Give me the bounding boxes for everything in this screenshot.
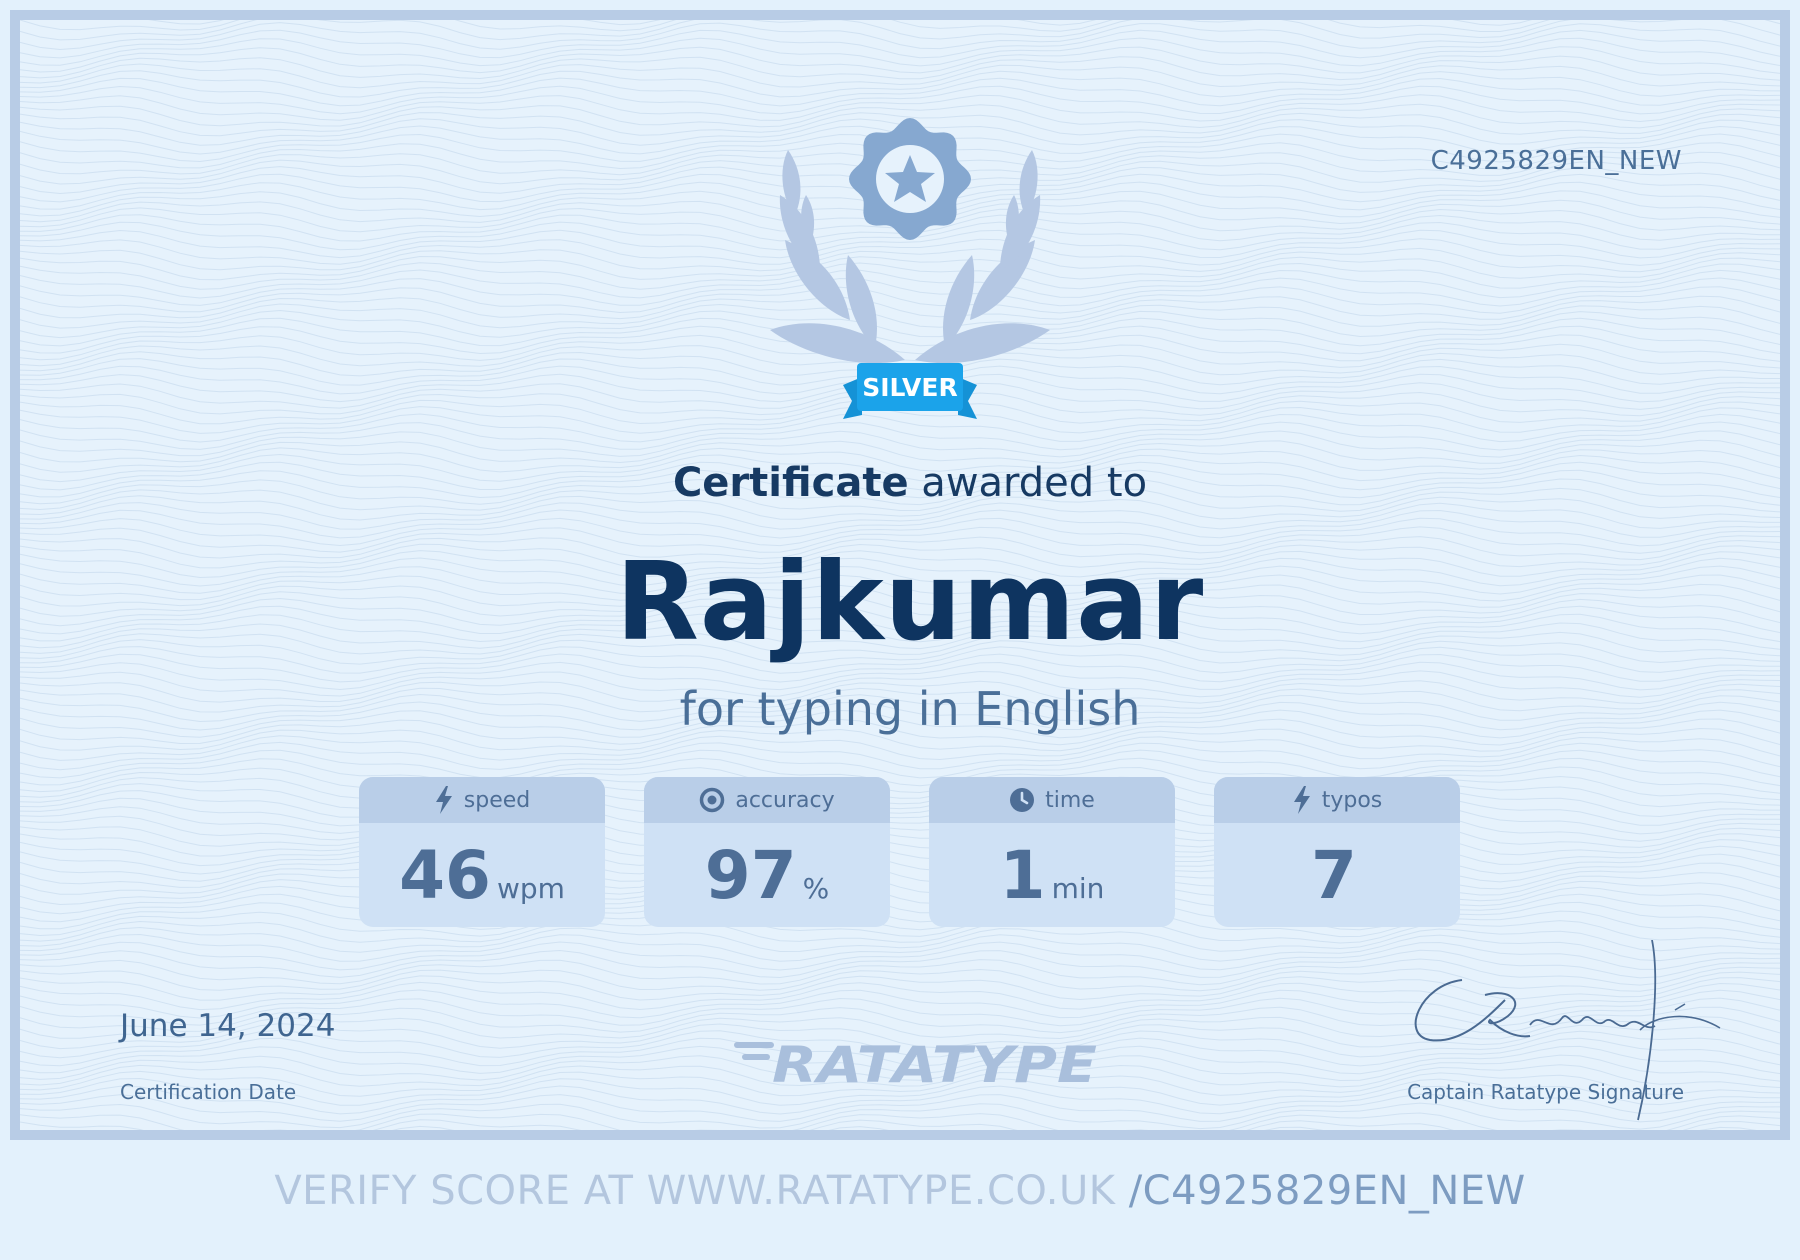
guilloche-line	[20, 741, 1780, 771]
stat-card-typos: typos 7	[1214, 777, 1460, 927]
clock-icon	[1010, 788, 1035, 812]
stat-label: speed	[463, 787, 531, 813]
stat-card-accuracy: accuracy 97 %	[644, 777, 890, 927]
guilloche-line	[20, 797, 1780, 827]
guilloche-line	[20, 853, 1780, 883]
stat-value: 1	[999, 837, 1046, 914]
stat-header: accuracy	[644, 777, 890, 823]
heading-bold: Certificate	[672, 460, 909, 506]
heading-rest: awarded to	[908, 460, 1148, 506]
recipient-name: Rajkumar	[615, 540, 1205, 665]
signature-label: Captain Ratatype Signature	[1407, 1080, 1684, 1104]
stat-header: speed	[359, 777, 605, 823]
guilloche-line	[20, 55, 1780, 81]
bolt-icon	[435, 786, 452, 814]
guilloche-line	[20, 77, 1780, 107]
certificate-id: C4925829EN_NEW	[1430, 146, 1682, 176]
stat-unit: min	[1051, 872, 1105, 905]
brand-wordmark: RATATYPE	[772, 1036, 1097, 1092]
stat-body: 97 %	[644, 823, 890, 927]
guilloche-line	[20, 814, 1780, 842]
star-rosette-icon	[849, 118, 971, 240]
bolt-icon	[1293, 786, 1310, 814]
certificate-frame: C4925829EN_NEW SILVER Certificate awarde…	[10, 10, 1790, 1140]
stat-card-time: time 1 min	[929, 777, 1175, 927]
stat-header: time	[929, 777, 1175, 823]
stat-card-speed: speed 46 wpm	[359, 777, 605, 927]
certification-date-label: Certification Date	[120, 1080, 297, 1104]
guilloche-line	[20, 885, 1780, 915]
ratatype-logo: RATATYPE	[734, 1036, 1097, 1092]
stat-label: typos	[1321, 787, 1383, 813]
certificate-page: C4925829EN_NEW SILVER Certificate awarde…	[0, 0, 1800, 1260]
guilloche-line	[20, 63, 1780, 89]
guilloche-line	[20, 845, 1780, 875]
guilloche-line	[20, 22, 1780, 51]
badge-label: SILVER	[862, 373, 957, 402]
stat-label: accuracy	[735, 787, 835, 813]
stat-label: time	[1045, 787, 1095, 813]
silver-ribbon: SILVER	[843, 363, 977, 419]
verify-code: /C4925829EN_NEW	[1128, 1168, 1526, 1214]
stat-header: typos	[1214, 777, 1460, 823]
certificate-subtitle: for typing in English	[679, 682, 1141, 736]
guilloche-line	[20, 509, 1780, 539]
certificate-heading: Certificate awarded to	[20, 460, 1780, 506]
stat-value: 46	[399, 837, 491, 914]
stat-unit: %	[802, 872, 830, 905]
stat-unit: wpm	[496, 872, 565, 905]
stat-body: 46 wpm	[359, 823, 605, 927]
verify-prefix: VERIFY SCORE AT WWW.RATATYPE.CO.UK	[274, 1168, 1129, 1214]
stat-value: 7	[1311, 837, 1357, 914]
certification-date: June 14, 2024	[120, 1008, 336, 1044]
guilloche-line	[20, 37, 1780, 67]
guilloche-line	[20, 20, 1780, 32]
target-icon	[700, 787, 725, 813]
stat-body: 1 min	[929, 823, 1175, 927]
verify-line: VERIFY SCORE AT WWW.RATATYPE.CO.UK /C492…	[0, 1168, 1800, 1214]
guilloche-line	[20, 862, 1780, 890]
guilloche-line	[20, 775, 1780, 801]
stat-body: 7	[1214, 823, 1460, 927]
stat-value: 97	[704, 837, 797, 914]
guilloche-line	[20, 70, 1780, 98]
laurel-emblem: SILVER	[770, 118, 1050, 419]
